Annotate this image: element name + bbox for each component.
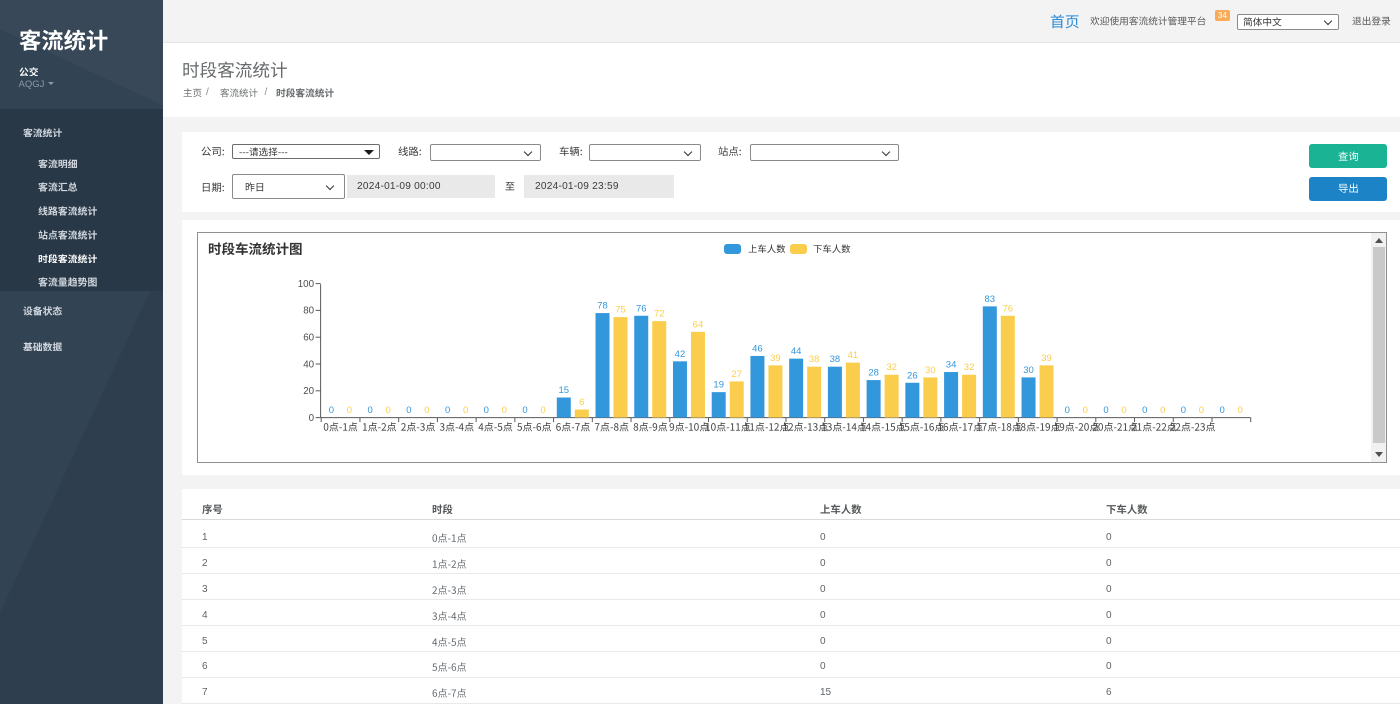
svg-text:0: 0	[1181, 405, 1186, 416]
svg-text:0: 0	[445, 405, 450, 416]
svg-text:80: 80	[303, 306, 314, 317]
svg-text:60: 60	[303, 332, 314, 343]
svg-text:0: 0	[329, 405, 334, 416]
svg-text:0: 0	[523, 405, 528, 416]
svg-text:39: 39	[770, 353, 781, 364]
svg-text:100: 100	[298, 279, 315, 290]
svg-text:0: 0	[1238, 405, 1243, 416]
svg-text:76: 76	[1003, 303, 1014, 314]
svg-text:6: 6	[579, 397, 584, 408]
svg-text:30: 30	[925, 365, 936, 376]
svg-text:39: 39	[1042, 353, 1053, 364]
svg-text:0: 0	[425, 405, 430, 416]
svg-text:0: 0	[1160, 405, 1165, 416]
svg-text:76: 76	[636, 303, 647, 314]
svg-text:19: 19	[714, 380, 725, 391]
svg-text:0: 0	[502, 405, 507, 416]
svg-text:38: 38	[830, 354, 841, 365]
svg-text:78: 78	[598, 300, 609, 311]
svg-text:40: 40	[303, 359, 314, 370]
svg-text:0: 0	[463, 405, 468, 416]
svg-text:20: 20	[303, 386, 314, 397]
svg-text:75: 75	[616, 304, 627, 315]
svg-text:0: 0	[386, 405, 391, 416]
svg-text:64: 64	[693, 319, 704, 330]
svg-text:0: 0	[1083, 405, 1088, 416]
svg-text:72: 72	[654, 309, 665, 320]
svg-text:38: 38	[809, 354, 820, 365]
svg-text:0: 0	[309, 413, 315, 424]
svg-text:32: 32	[964, 362, 975, 373]
svg-text:32: 32	[887, 362, 898, 373]
svg-text:0: 0	[347, 405, 352, 416]
svg-text:0: 0	[541, 405, 546, 416]
svg-text:0: 0	[1065, 405, 1070, 416]
svg-text:0: 0	[1220, 405, 1225, 416]
svg-text:0: 0	[407, 405, 412, 416]
svg-text:0: 0	[368, 405, 373, 416]
svg-text:27: 27	[732, 369, 743, 380]
svg-text:28: 28	[869, 367, 880, 378]
svg-text:0: 0	[1142, 405, 1147, 416]
svg-text:0: 0	[1199, 405, 1204, 416]
svg-text:46: 46	[752, 343, 763, 354]
svg-text:34: 34	[946, 359, 957, 370]
svg-text:41: 41	[848, 350, 859, 361]
svg-text:26: 26	[907, 370, 918, 381]
svg-text:30: 30	[1024, 365, 1035, 376]
svg-text:83: 83	[985, 294, 996, 305]
svg-text:15: 15	[559, 385, 570, 396]
svg-text:0: 0	[1104, 405, 1109, 416]
svg-text:0: 0	[484, 405, 489, 416]
svg-text:0: 0	[1122, 405, 1127, 416]
svg-text:42: 42	[675, 349, 686, 360]
svg-text:44: 44	[791, 346, 802, 357]
